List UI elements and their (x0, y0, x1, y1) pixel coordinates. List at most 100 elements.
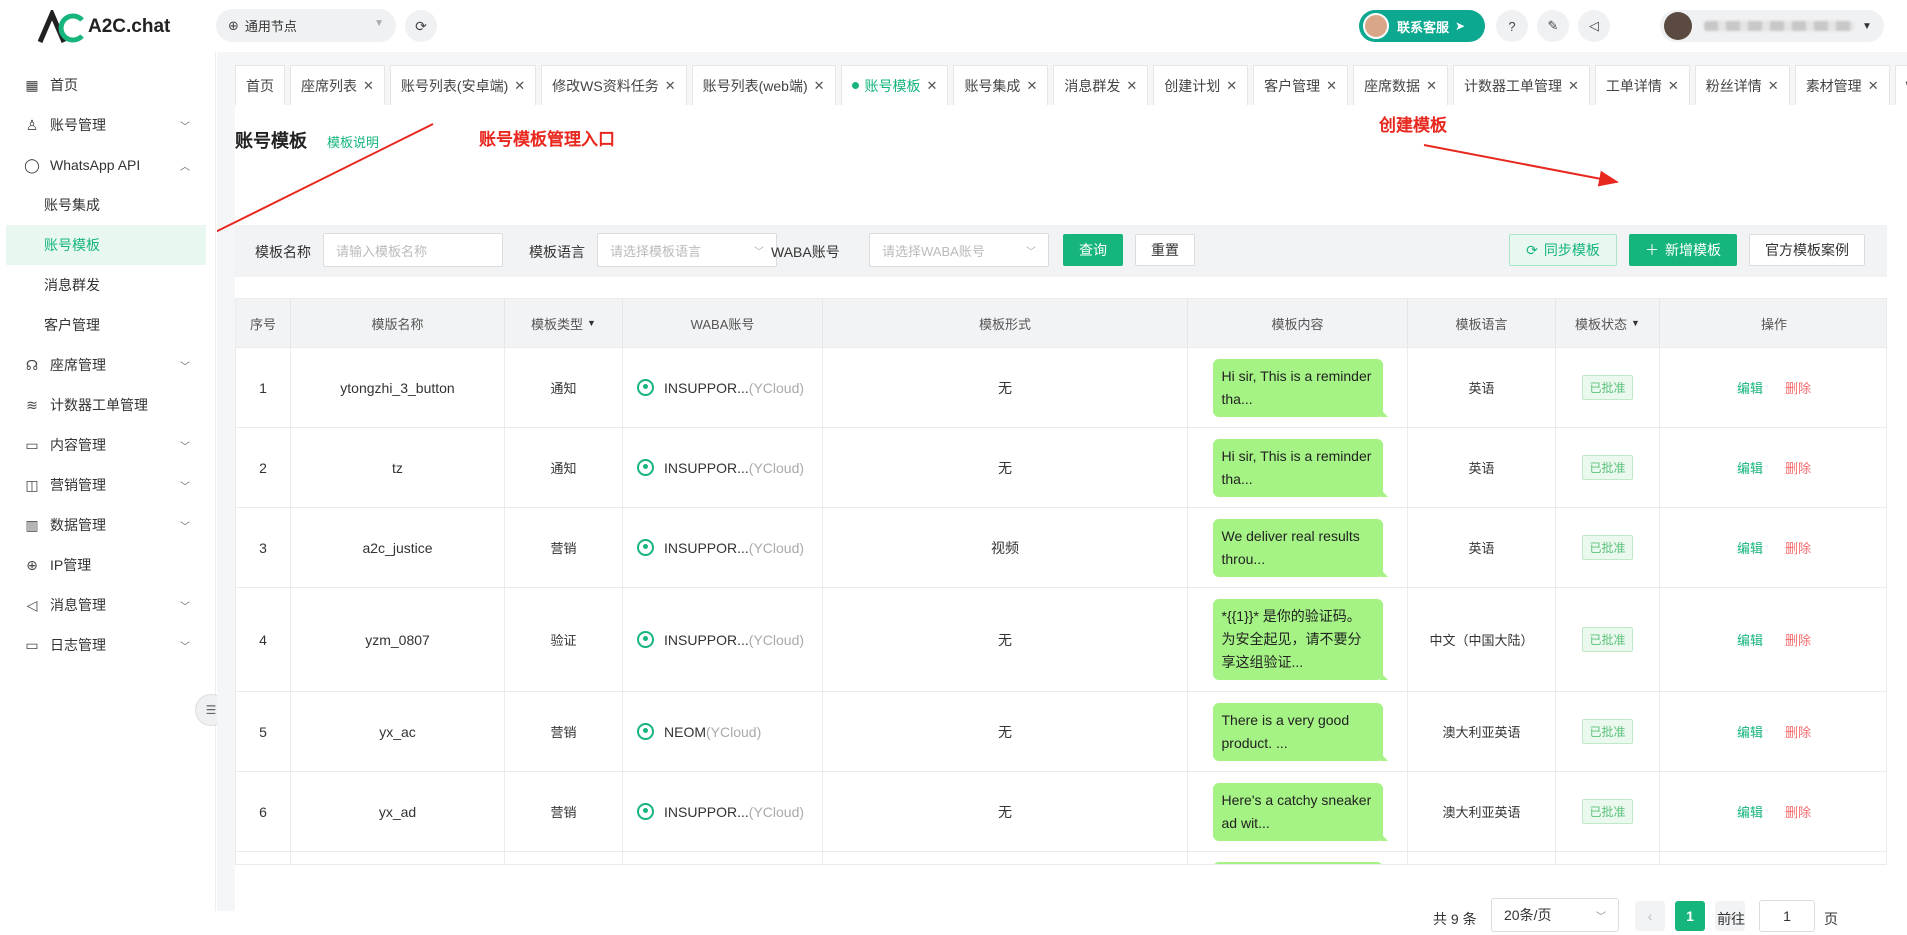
query-button[interactable]: 查询 (1063, 234, 1123, 266)
user-menu[interactable]: ▼ (1660, 10, 1884, 42)
add-template-button[interactable]: ＋ 新增模板 (1629, 234, 1737, 266)
waba-account: INSUPPOR... (664, 379, 749, 396)
sidebar-item-messages[interactable]: ◁ 消息管理 ﹀ (6, 585, 206, 625)
sidebar-sub-customers[interactable]: 客户管理 (6, 305, 206, 345)
tab-account-list-android[interactable]: 账号列表(安卓端) ✕ (389, 65, 537, 105)
page-number-current[interactable]: 1 (1675, 901, 1705, 931)
template-form: 无 (998, 723, 1012, 740)
tab-bar: 首页 座席列表 ✕ 账号列表(安卓端) ✕ 修改WS资料任务 ✕ 账号列表(web端)… (235, 65, 1907, 105)
edit-button[interactable]: 编辑 (1737, 378, 1763, 397)
tab-label: 修改WS资料任务 (552, 77, 659, 94)
close-icon[interactable]: ✕ (363, 78, 374, 94)
template-help-link[interactable]: 模板说明 (327, 132, 379, 151)
chevron-down-icon: ﹀ (754, 246, 764, 258)
sidebar-item-marketing[interactable]: ◫ 营销管理 ﹀ (6, 465, 206, 505)
close-icon[interactable]: ✕ (814, 78, 825, 94)
col-header-status[interactable]: 模板状态 ▼ (1556, 299, 1660, 347)
edit-button[interactable]: 编辑 (1737, 458, 1763, 477)
page-size-select[interactable]: 20条/页 ﹀ (1491, 898, 1619, 932)
globe-icon: ⊕ (228, 17, 239, 33)
whatsapp-icon: ◯ (24, 156, 40, 173)
close-icon[interactable]: ✕ (927, 78, 938, 94)
tab-fan-details[interactable]: 粉丝详情 ✕ (1694, 65, 1790, 105)
prev-page-button[interactable]: ‹ (1635, 901, 1665, 931)
tab-agent-data[interactable]: 座席数据 ✕ (1353, 65, 1448, 105)
col-header: 模板类型 (531, 316, 584, 332)
sidebar-sub-templates[interactable]: 账号模板 (6, 225, 206, 265)
sidebar-item-accounts[interactable]: ♙ 账号管理 ﹀ (6, 105, 206, 145)
tab-counter-tickets[interactable]: 计数器工单管理 ✕ (1452, 65, 1590, 105)
tab-account-integration[interactable]: 账号集成 ✕ (953, 65, 1049, 105)
close-icon[interactable]: ✕ (1868, 78, 1879, 94)
contact-support-button[interactable]: 联系客服 ➤ (1359, 10, 1485, 42)
sync-icon: ⟳ (1526, 241, 1538, 258)
tab-home[interactable]: 首页 (235, 65, 285, 105)
sidebar-item-counter-tickets[interactable]: ≋ 计数器工单管理 (6, 385, 206, 425)
sidebar-item-data[interactable]: ▥ 数据管理 ﹀ (6, 505, 206, 545)
folder-icon: ▭ (25, 436, 39, 453)
sidebar: ▦ 首页 ♙ 账号管理 ﹀ ◯ WhatsApp API ︿ 账号集成 账号模板… (0, 52, 216, 911)
sidebar-item-logs[interactable]: ▭ 日志管理 ﹀ (6, 625, 206, 665)
chevron-down-icon: ﹀ (180, 601, 190, 613)
sidebar-sub-integration[interactable]: 账号集成 (6, 185, 206, 225)
sidebar-item-content[interactable]: ▭ 内容管理 ﹀ (6, 425, 206, 465)
sidebar-item-whatsapp-api[interactable]: ◯ WhatsApp API ︿ (6, 145, 206, 185)
table-cell (623, 852, 823, 864)
tab-broadcast[interactable]: 消息群发 ✕ (1053, 65, 1149, 105)
tab-account-templates[interactable]: 账号模板 ✕ (840, 65, 949, 105)
col-header: 操作 (1760, 316, 1787, 332)
tab-create-plan[interactable]: 创建计划 ✕ (1153, 65, 1249, 105)
logo[interactable]: A2C.chat (36, 10, 170, 44)
template-language-select[interactable]: 请选择模板语言 ﹀ (597, 233, 777, 267)
delete-button[interactable]: 删除 (1785, 378, 1811, 397)
delete-button[interactable]: 删除 (1785, 802, 1811, 821)
sidebar-item-home[interactable]: ▦ 首页 (6, 65, 206, 105)
goto-page-input[interactable]: 1 (1759, 900, 1815, 932)
reset-button[interactable]: 重置 (1135, 234, 1195, 266)
close-icon[interactable]: ✕ (1226, 78, 1237, 94)
sync-templates-button[interactable]: ⟳ 同步模板 (1509, 234, 1617, 266)
sidebar-item-ip[interactable]: ⊕ IP管理 (6, 545, 206, 585)
col-header: 模板状态 (1575, 316, 1628, 332)
sidebar-item-agents[interactable]: ☊ 座席管理 ﹀ (6, 345, 206, 385)
tab-edit-ws-profile[interactable]: 修改WS资料任务 ✕ (541, 65, 687, 105)
delete-button[interactable]: 删除 (1785, 630, 1811, 649)
notes-button[interactable]: ✎ (1537, 10, 1569, 42)
tab-account-list-web[interactable]: 账号列表(web端) ✕ (691, 65, 836, 105)
chevron-down-icon: ▼ (1862, 20, 1872, 32)
tab-customers[interactable]: 客户管理 ✕ (1253, 65, 1349, 105)
active-dot (851, 82, 859, 89)
close-icon[interactable]: ✕ (1426, 78, 1437, 94)
node-select[interactable]: ⊕ 通用节点 ▼ (216, 9, 396, 42)
edit-button[interactable]: 编辑 (1737, 538, 1763, 557)
waba-account-select[interactable]: 请选择WABA账号 ﹀ (869, 233, 1049, 267)
official-examples-button[interactable]: 官方模板案例 (1749, 234, 1865, 266)
help-button[interactable]: ? (1496, 10, 1528, 42)
delete-button[interactable]: 删除 (1785, 538, 1811, 557)
col-header-type[interactable]: 模板类型 ▼ (505, 299, 623, 347)
close-icon[interactable]: ✕ (665, 78, 676, 94)
close-icon[interactable]: ✕ (1568, 78, 1579, 94)
template-name-input[interactable]: 请输入模板名称 (323, 233, 503, 267)
edit-button[interactable]: 编辑 (1737, 630, 1763, 649)
tab-agent-list[interactable]: 座席列表 ✕ (290, 65, 385, 105)
edit-button[interactable]: 编辑 (1737, 722, 1763, 741)
close-icon[interactable]: ✕ (1026, 78, 1037, 94)
sidebar-sub-broadcast[interactable]: 消息群发 (6, 265, 206, 305)
edit-button[interactable]: 编辑 (1737, 802, 1763, 821)
close-icon[interactable]: ✕ (1126, 78, 1137, 94)
table-row: 5 yx_ac 营销 NEOM (YCloud) 无 There is a very goo… (236, 691, 1886, 771)
tab-materials[interactable]: 素材管理 ✕ (1794, 65, 1890, 105)
refresh-button[interactable]: ⟳ (405, 10, 437, 42)
tab-label: 素材管理 (1805, 77, 1862, 94)
announcement-button[interactable]: ◁ (1578, 10, 1610, 42)
close-icon[interactable]: ✕ (514, 78, 525, 94)
delete-button[interactable]: 删除 (1785, 722, 1811, 741)
close-icon[interactable]: ✕ (1768, 78, 1779, 94)
close-icon[interactable]: ✕ (1326, 78, 1337, 94)
tab-ticket-details[interactable]: 工单详情 ✕ (1594, 65, 1690, 105)
close-icon[interactable]: ✕ (1668, 78, 1679, 94)
delete-button[interactable]: 删除 (1785, 458, 1811, 477)
tab-label: 计数器工单管理 (1463, 77, 1562, 94)
tab-ws[interactable]: WS (1894, 65, 1907, 105)
